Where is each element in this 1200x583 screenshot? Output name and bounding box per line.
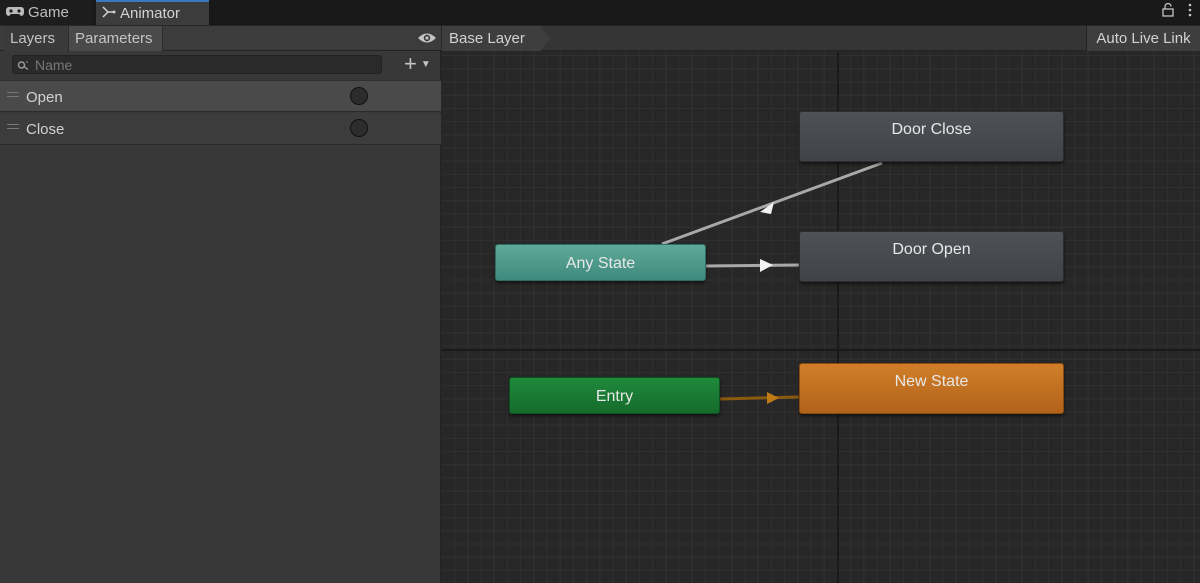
breadcrumb-base-layer[interactable]: Base Layer [442,26,550,51]
search-icon [17,59,31,71]
state-new-state[interactable]: New State [799,363,1064,414]
gamepad-icon [6,4,24,21]
left-panel-tabs: Layers Parameters [0,26,441,51]
tab-game-label: Game [28,4,69,21]
lock-icon[interactable] [1162,2,1174,20]
tab-game[interactable]: Game [0,0,92,25]
parameter-search-field[interactable] [12,55,382,74]
state-any-state[interactable]: Any State [495,244,706,281]
search-input[interactable] [35,56,375,73]
state-door-open[interactable]: Door Open [799,231,1064,282]
transition-arrow-icon [767,392,779,404]
trigger-toggle[interactable] [350,87,368,105]
parameters-panel: Layers Parameters + ▼ Open Close [0,26,441,583]
plus-icon: + [404,51,417,76]
eye-icon[interactable] [417,30,437,46]
tab-animator[interactable]: Animator [96,0,209,25]
window-tab-bar: Game Animator [0,0,1200,25]
transition-entry-newstate [719,395,800,401]
parameter-row-close[interactable]: Close [0,113,441,145]
kebab-menu-icon[interactable] [1188,3,1192,20]
state-machine-graph[interactable]: Door Close Door Open Any State Entry New… [442,52,1200,583]
state-door-close[interactable]: Door Close [799,111,1064,162]
drag-handle-icon[interactable] [7,92,19,97]
window-controls [1162,2,1192,20]
animator-icon [102,5,116,22]
tab-animator-label: Animator [120,5,181,22]
drag-handle-icon[interactable] [7,124,19,129]
auto-live-link-button[interactable]: Auto Live Link [1086,26,1200,51]
tab-parameters[interactable]: Parameters [68,26,163,51]
tab-layers[interactable]: Layers [4,26,67,51]
transition-arrow-icon [760,259,773,272]
parameter-row-open[interactable]: Open [0,80,441,112]
parameter-name[interactable]: Open [26,81,63,115]
graph-toolbar: Base Layer Auto Live Link [442,26,1200,51]
add-parameter-button[interactable]: + ▼ [404,51,438,76]
trigger-toggle[interactable] [350,119,368,137]
transition-anystate-dooropen [705,263,800,268]
chevron-down-icon: ▼ [420,58,431,70]
parameter-name[interactable]: Close [26,113,64,147]
state-entry[interactable]: Entry [509,377,720,414]
